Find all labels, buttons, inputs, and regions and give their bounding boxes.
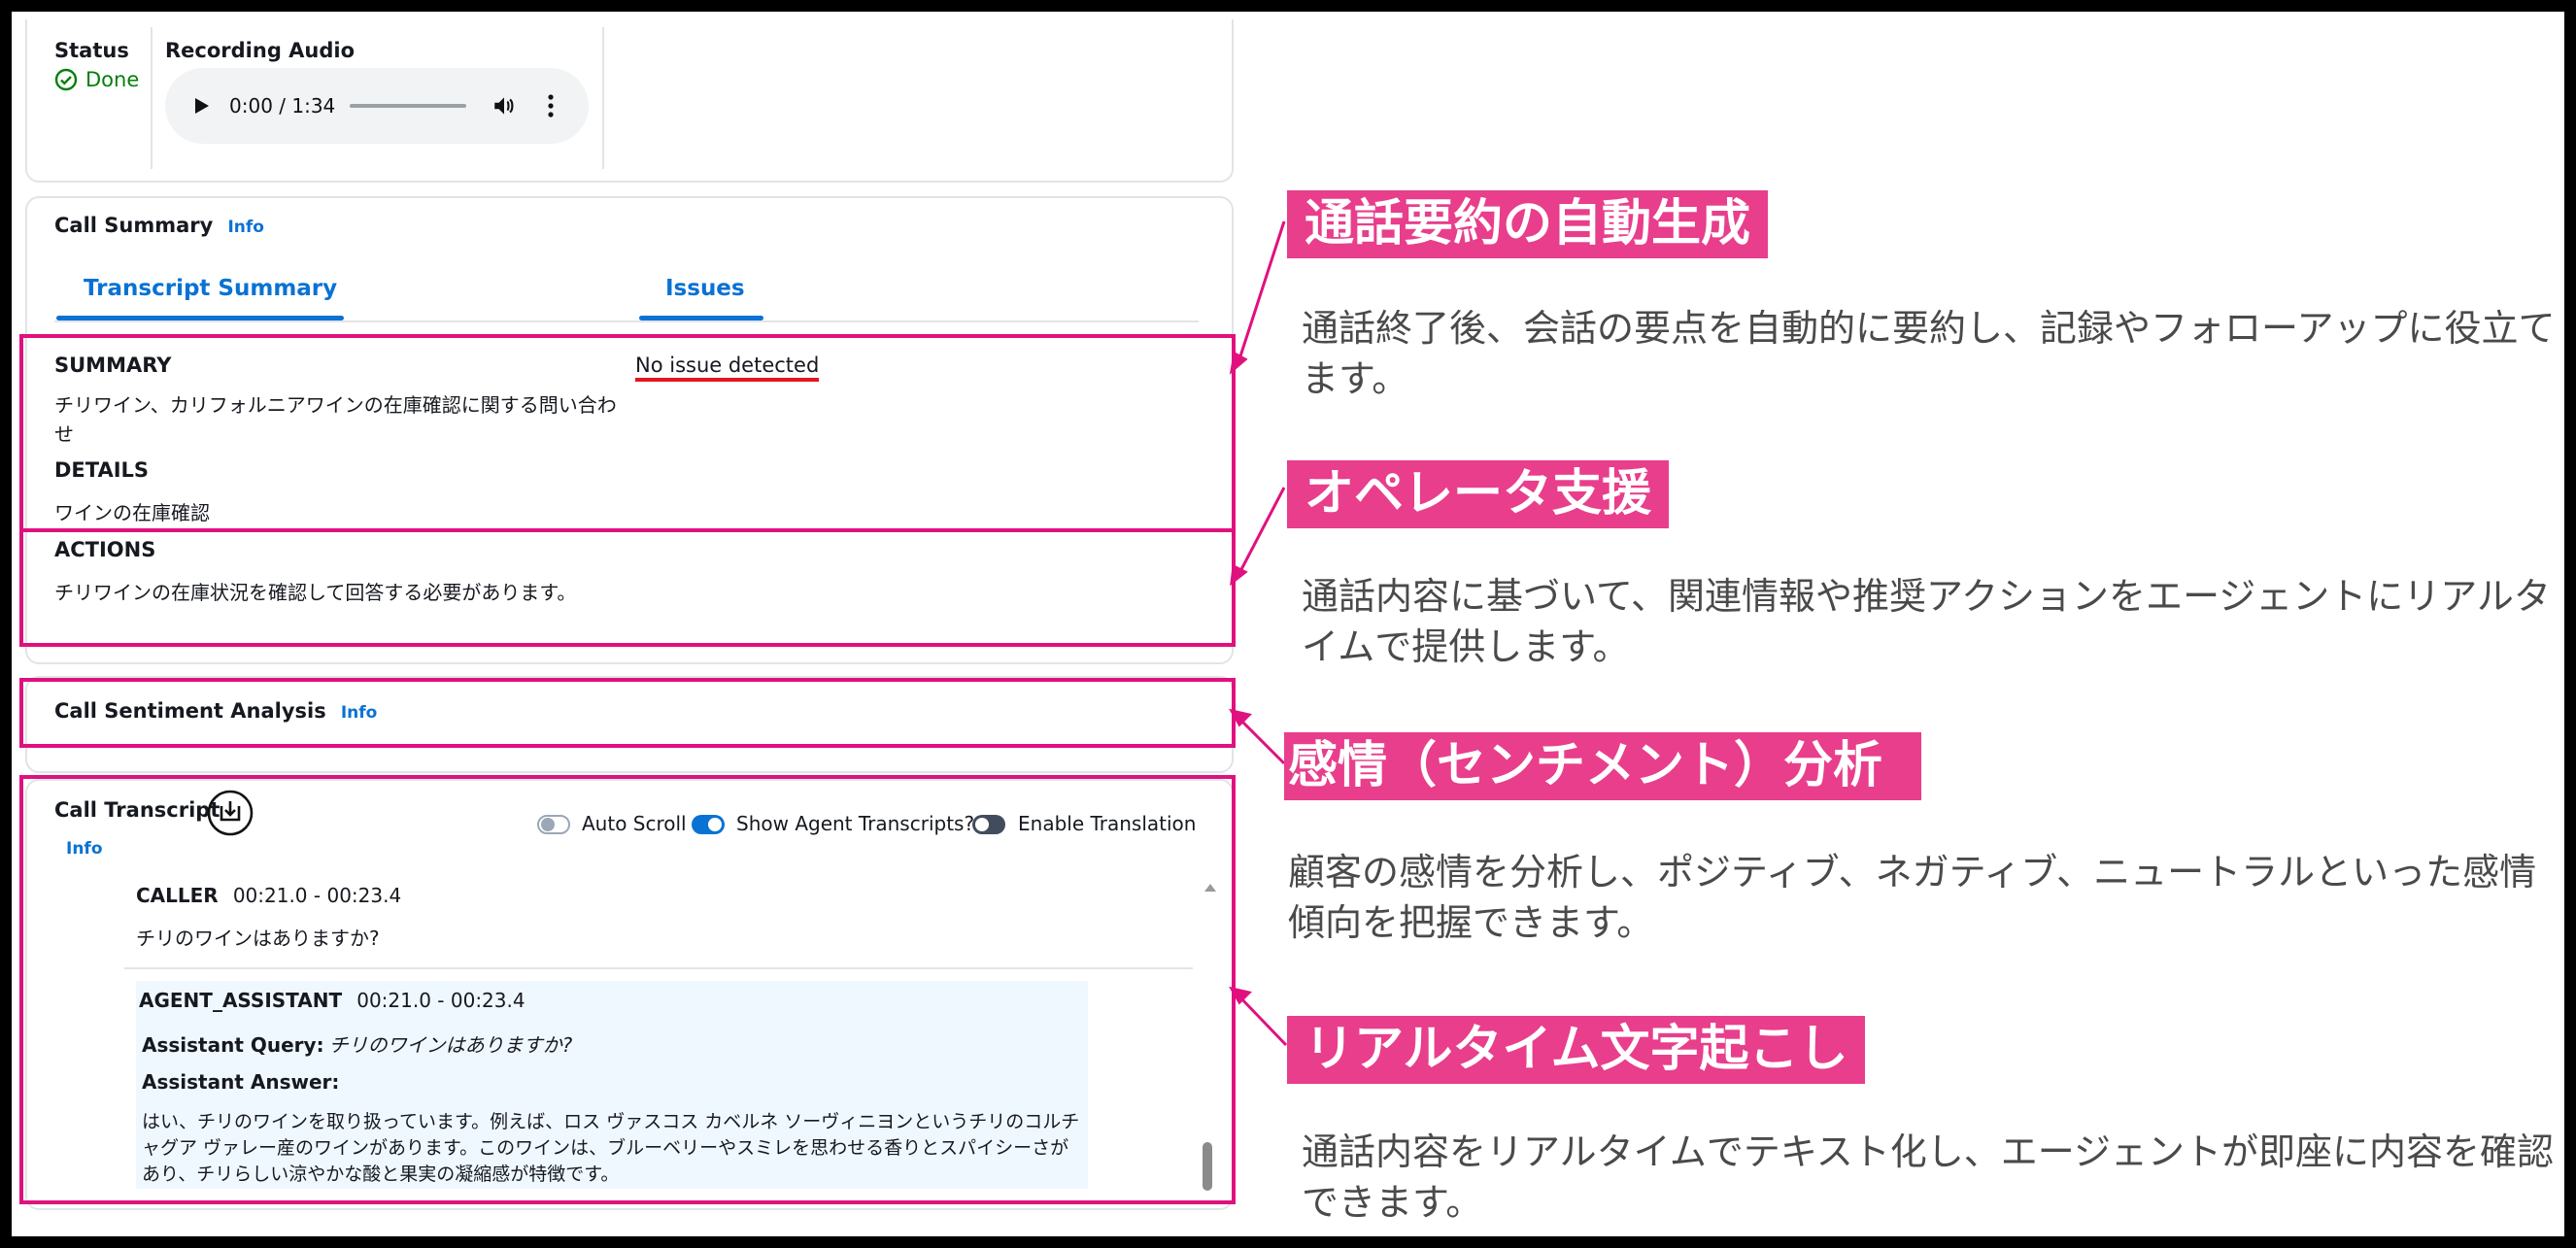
annotation-tag-operator: オペレータ支援 <box>1287 460 1670 528</box>
volume-icon[interactable] <box>491 93 517 118</box>
call-summary-title: Call Summary <box>54 214 214 237</box>
tab-issues[interactable]: Issues <box>665 276 745 301</box>
tab-active-indicator <box>639 316 763 320</box>
highlight-sentiment-box <box>19 678 1236 748</box>
tab-transcript-summary[interactable]: Transcript Summary <box>84 276 337 301</box>
play-icon[interactable] <box>190 95 212 117</box>
recording-label: Recording Audio <box>165 39 356 62</box>
slide-canvas: Status Done Recording Audio 0:00 / 1:34 … <box>12 12 2564 1236</box>
annotation-tag-sentiment: 感情（センチメント）分析 <box>1284 732 1922 800</box>
annotation-tag-transcript: リアルタイム文字起こし <box>1287 1016 1866 1084</box>
audio-progress-bar[interactable] <box>350 104 466 108</box>
audio-player[interactable]: 0:00 / 1:34 <box>165 68 589 144</box>
divider <box>602 27 604 169</box>
divider <box>151 27 153 169</box>
status-label: Status <box>54 39 129 62</box>
annotation-tag-summary: 通話要約の自動生成 <box>1287 190 1769 258</box>
audio-time: 0:00 / 1:34 <box>229 94 336 118</box>
highlight-summary-box <box>19 334 1236 532</box>
annotation-desc-summary: 通話終了後、会話の要点を自動的に要約し、記録やフォローアップに役立てます。 <box>1302 307 2556 400</box>
highlight-actions-box <box>19 528 1236 647</box>
tab-divider <box>54 320 1199 322</box>
annotation-desc-sentiment: 顧客の感情を分析し、ポジティブ、ネガティブ、ニュートラルといった感情傾向を把握で… <box>1288 851 2537 944</box>
check-circle-icon <box>54 68 78 91</box>
call-summary-info-link[interactable]: Info <box>227 218 264 237</box>
highlight-transcript-box <box>19 775 1236 1204</box>
annotation-desc-transcript: 通話内容をリアルタイムでテキスト化し、エージェントが即座に内容を確認できます。 <box>1302 1130 2554 1224</box>
status-value: Done <box>85 68 140 91</box>
annotation-desc-operator: 通話内容に基づいて、関連情報や推奨アクションをエージェントにリアルタイムで提供し… <box>1302 575 2551 668</box>
call-summary-header: Call Summary Info <box>54 214 264 237</box>
tab-active-indicator <box>56 316 344 320</box>
more-options-icon[interactable] <box>546 93 556 118</box>
